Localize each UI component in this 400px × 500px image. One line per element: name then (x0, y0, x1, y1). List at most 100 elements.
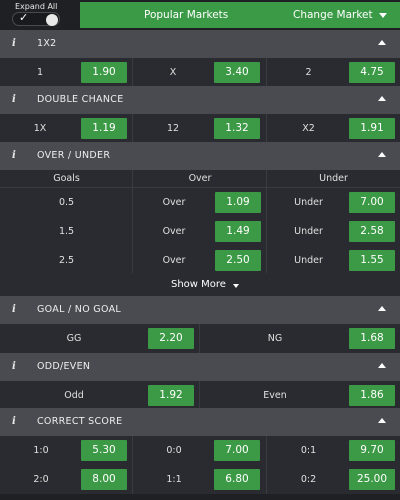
outcome-label: 1 (36, 67, 44, 78)
under-cell[interactable]: Under 2.58 (267, 217, 400, 247)
chevron-up-icon[interactable] (378, 363, 386, 368)
outcome-cell[interactable]: 1:0 5.30 (0, 436, 133, 466)
outcome-cell[interactable]: X2 1.91 (267, 114, 400, 144)
outcome-label: GG (66, 333, 82, 344)
outcome-cell[interactable]: 12 1.32 (133, 114, 267, 144)
correct-score-row: 1:0 5.30 0:0 7.00 0:1 9.70 (0, 436, 400, 466)
market-selector[interactable]: Popular Markets Change Market (80, 2, 400, 28)
bottom-edge (0, 494, 400, 500)
odd-button[interactable]: 8.00 (81, 469, 127, 490)
odd-button[interactable]: 2.50 (215, 250, 261, 271)
score-label: 1:1 (166, 474, 182, 485)
odd-button[interactable]: 1.55 (349, 250, 395, 271)
outcome-label: X (169, 67, 177, 78)
header-cell: Goals (0, 170, 133, 188)
market-header-1x2[interactable]: i 1X2 (0, 30, 400, 58)
over-under-row: 2.5 Over 2.50 Under 1.55 (0, 246, 400, 276)
info-icon[interactable]: i (12, 304, 16, 315)
column-header-goals: Goals (53, 173, 80, 184)
info-icon[interactable]: i (12, 94, 16, 105)
market-row-1x2: 1 1.90 X 3.40 2 4.75 (0, 58, 400, 88)
market-header-goal-no-goal[interactable]: i GOAL / NO GOAL (0, 296, 400, 324)
odd-button[interactable]: 6.80 (214, 469, 260, 490)
odd-button[interactable]: 1.09 (215, 192, 261, 213)
under-cell[interactable]: Under 7.00 (267, 188, 400, 218)
odd-button[interactable]: 9.70 (349, 440, 395, 461)
chevron-up-icon[interactable] (378, 96, 386, 101)
toggle-knob (46, 14, 58, 26)
info-icon[interactable]: i (12, 150, 16, 161)
chevron-up-icon[interactable] (378, 152, 386, 157)
odd-button[interactable]: 1.91 (349, 118, 395, 139)
outcome-cell[interactable]: 0:0 7.00 (133, 436, 267, 466)
goals-value: 0.5 (58, 197, 75, 208)
odd-button[interactable]: 7.00 (349, 192, 395, 213)
market-header-over-under[interactable]: i OVER / UNDER (0, 142, 400, 170)
outcome-cell[interactable]: 2 4.75 (267, 58, 400, 88)
outcome-cell[interactable]: 0:1 9.70 (267, 436, 400, 466)
change-market-dropdown[interactable]: Change Market (293, 9, 373, 21)
over-label: Over (162, 197, 186, 208)
outcome-cell[interactable]: 1:1 6.80 (133, 465, 267, 495)
outcome-cell[interactable]: 0:2 25.00 (267, 465, 400, 495)
over-cell[interactable]: Over 1.09 (133, 188, 267, 218)
over-label: Over (162, 226, 186, 237)
odd-button[interactable]: 1.90 (81, 62, 127, 83)
expand-all-control[interactable]: Expand All ✓ (0, 0, 78, 30)
chevron-down-icon (379, 13, 387, 18)
goals-value: 2.5 (58, 255, 75, 266)
odd-button[interactable]: 25.00 (349, 469, 395, 490)
odd-button[interactable]: 7.00 (214, 440, 260, 461)
outcome-cell[interactable]: 1 1.90 (0, 58, 133, 88)
info-icon[interactable]: i (12, 38, 16, 49)
market-title: GOAL / NO GOAL (37, 304, 121, 315)
odd-button[interactable]: 1.32 (214, 118, 260, 139)
market-header-odd-even[interactable]: i ODD/EVEN (0, 353, 400, 381)
chevron-up-icon[interactable] (378, 40, 386, 45)
odd-button[interactable]: 1.86 (349, 385, 395, 406)
outcome-label: NG (267, 333, 283, 344)
market-title: 1X2 (37, 38, 57, 49)
under-label: Under (294, 255, 323, 266)
market-title: DOUBLE CHANCE (37, 94, 124, 105)
outcome-cell[interactable]: Odd 1.92 (0, 381, 200, 411)
outcome-cell[interactable]: 1X 1.19 (0, 114, 133, 144)
under-cell[interactable]: Under 1.55 (267, 246, 400, 276)
odd-button[interactable]: 3.40 (214, 62, 260, 83)
outcome-label: 12 (166, 123, 180, 134)
odd-button[interactable]: 1.92 (148, 385, 194, 406)
outcome-label: 2 (305, 67, 312, 78)
odd-button[interactable]: 1.49 (215, 221, 261, 242)
market-title: OVER / UNDER (37, 150, 111, 161)
info-icon[interactable]: i (12, 416, 16, 427)
outcome-cell[interactable]: GG 2.20 (0, 324, 200, 354)
chevron-up-icon[interactable] (378, 418, 386, 423)
outcome-cell[interactable]: NG 1.68 (200, 324, 400, 354)
show-more-button[interactable]: Show More (0, 273, 400, 297)
odd-button[interactable]: 2.58 (349, 221, 395, 242)
market-header-correct-score[interactable]: i CORRECT SCORE (0, 408, 400, 436)
market-header-double-chance[interactable]: i DOUBLE CHANCE (0, 86, 400, 114)
outcome-cell[interactable]: Even 1.86 (200, 381, 400, 411)
chevron-up-icon[interactable] (378, 306, 386, 311)
market-title: CORRECT SCORE (37, 416, 123, 427)
market-row-odd-even: Odd 1.92 Even 1.86 (0, 381, 400, 411)
odd-button[interactable]: 1.68 (349, 328, 395, 349)
over-cell[interactable]: Over 1.49 (133, 217, 267, 247)
outcome-label: Even (263, 390, 287, 401)
odd-button[interactable]: 2.20 (148, 328, 194, 349)
info-icon[interactable]: i (12, 361, 16, 372)
over-label: Over (162, 255, 186, 266)
over-cell[interactable]: Over 2.50 (133, 246, 267, 276)
odd-button[interactable]: 4.75 (349, 62, 395, 83)
score-label: 0:1 (300, 445, 317, 456)
odd-button[interactable]: 5.30 (81, 440, 127, 461)
expand-all-toggle[interactable]: ✓ (12, 11, 60, 26)
score-label: 0:0 (166, 445, 182, 456)
over-under-column-headers: Goals Over Under (0, 170, 400, 188)
over-under-row: 0.5 Over 1.09 Under 7.00 (0, 188, 400, 218)
outcome-cell[interactable]: 2:0 8.00 (0, 465, 133, 495)
odd-button[interactable]: 1.19 (81, 118, 127, 139)
score-label: 1:0 (33, 445, 49, 456)
outcome-cell[interactable]: X 3.40 (133, 58, 267, 88)
